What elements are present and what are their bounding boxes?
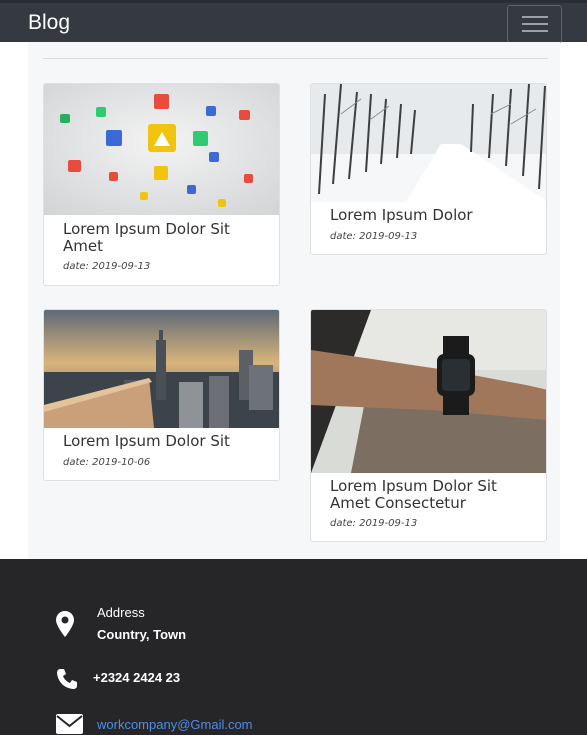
navbar: Blog [0,0,587,43]
post-card[interactable]: Lorem Ipsum Dolor Sit date: 2019-10-06 [43,309,280,481]
post-card[interactable]: Lorem Ipsum Dolor Sit Amet date: 2019-09… [43,83,280,286]
post-title[interactable]: Lorem Ipsum Dolor Sit Amet Consectetur [330,478,530,512]
post-card[interactable]: Lorem Ipsum Dolor Sit Amet Consectetur d… [310,309,547,542]
apps-icons-image [44,84,279,215]
footer: Address Country, Town +2324 2424 23 work… [0,559,587,735]
post-date: date: 2019-10-06 [63,457,151,468]
address-value: Country, Town [97,627,187,642]
envelope-icon [56,714,83,734]
smartwatch-image [311,310,546,473]
post-grid: Lorem Ipsum Dolor Sit Amet date: 2019-09… [28,42,560,559]
email-link[interactable]: workcompany@Gmail.com [97,717,253,732]
post-title[interactable]: Lorem Ipsum Dolor [330,207,530,224]
address-label: Address [97,605,145,620]
post-card[interactable]: Lorem Ipsum Dolor date: 2019-09-13 [310,83,547,255]
map-pin-icon [56,611,74,637]
snowy-road-image [311,84,546,202]
phone-icon [57,669,77,689]
hamburger-icon [522,16,548,18]
city-skyline-image [44,310,279,428]
menu-toggle-button[interactable] [507,5,562,43]
post-title[interactable]: Lorem Ipsum Dolor Sit Amet [63,221,263,255]
post-title[interactable]: Lorem Ipsum Dolor Sit [63,433,263,450]
brand-logo[interactable]: Blog [28,11,70,35]
divider [43,58,548,59]
post-date: date: 2019-09-13 [63,261,151,272]
post-date: date: 2019-09-13 [330,231,418,242]
post-date: date: 2019-09-13 [330,518,418,529]
phone-number[interactable]: +2324 2424 23 [93,670,180,685]
